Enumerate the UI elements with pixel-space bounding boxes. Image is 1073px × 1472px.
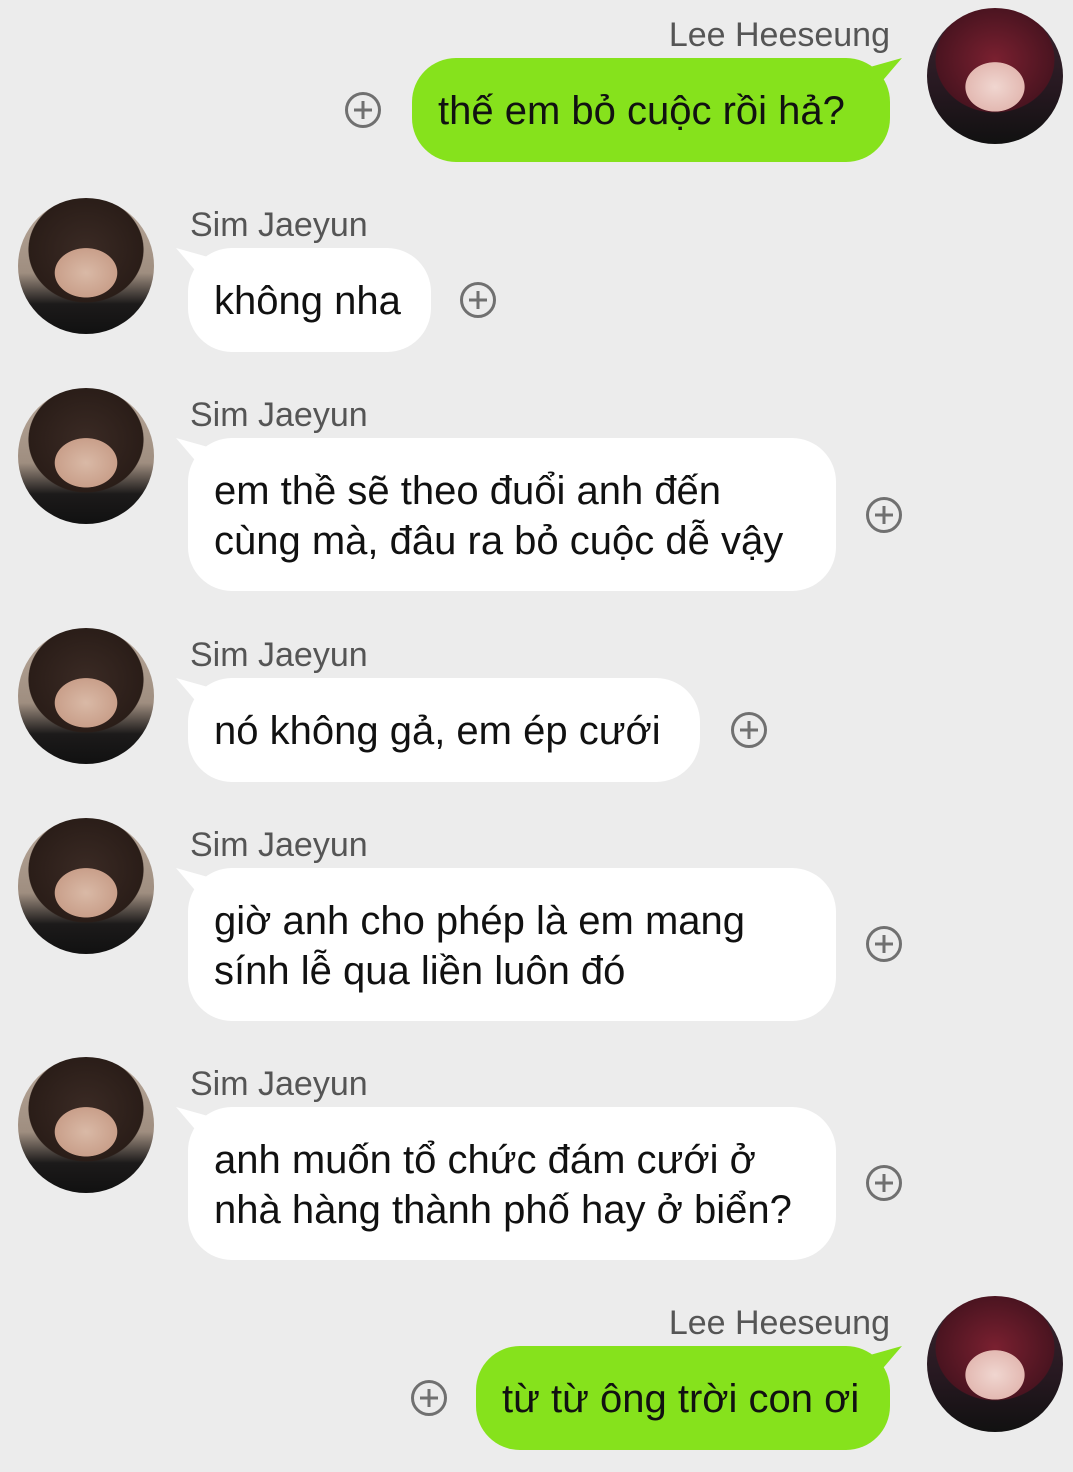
add-reaction-icon[interactable] [411,1380,447,1416]
message-text-line: sính lễ qua liền luôn đó [214,949,626,993]
message-bubble[interactable]: anh muốn tổ chức đám cưới ở nhà hàng thà… [188,1107,836,1260]
avatar-lee-heeseung[interactable] [927,1296,1063,1432]
avatar-sim-jaeyun[interactable] [18,628,154,764]
message-bubble[interactable]: em thề sẽ theo đuổi anh đến cùng mà, đâu… [188,438,836,591]
avatar-sim-jaeyun[interactable] [18,198,154,334]
message-text-line: em thề sẽ theo đuổi anh đến [214,469,722,513]
message-bubble[interactable]: từ từ ông trời con ơi [476,1346,890,1450]
sender-name: Sim Jaeyun [190,206,368,244]
message-text-line: nhà hàng thành phố hay ở biển? [214,1188,792,1232]
message-text-line: anh muốn tổ chức đám cưới ở [214,1138,756,1182]
add-reaction-icon[interactable] [731,712,767,748]
message-text-line: cùng mà, đâu ra bỏ cuộc dễ vậy [214,519,784,563]
message-text: nó không gả, em ép cưới [214,709,661,753]
sender-name: Sim Jaeyun [190,396,368,434]
message-text-line: giờ anh cho phép là em mang [214,899,746,943]
avatar-lee-heeseung[interactable] [927,8,1063,144]
message-text: không nha [214,279,401,323]
message-bubble[interactable]: thế em bỏ cuộc rồi hả? [412,58,890,162]
add-reaction-icon[interactable] [866,497,902,533]
add-reaction-icon[interactable] [866,1165,902,1201]
add-reaction-icon[interactable] [866,926,902,962]
sender-name: Lee Heeseung [668,1304,890,1342]
message-text: thế em bỏ cuộc rồi hả? [438,89,845,133]
sender-name: Sim Jaeyun [190,1065,368,1103]
sender-name: Lee Heeseung [668,16,890,54]
avatar-sim-jaeyun[interactable] [18,818,154,954]
message-bubble[interactable]: nó không gả, em ép cưới [188,678,700,782]
message-bubble[interactable]: giờ anh cho phép là em mang sính lễ qua … [188,868,836,1021]
add-reaction-icon[interactable] [345,92,381,128]
sender-name: Sim Jaeyun [190,826,368,864]
sender-name: Sim Jaeyun [190,636,368,674]
message-text: từ từ ông trời con ơi [502,1377,860,1421]
add-reaction-icon[interactable] [460,282,496,318]
avatar-sim-jaeyun[interactable] [18,1057,154,1193]
message-bubble[interactable]: không nha [188,248,431,352]
avatar-sim-jaeyun[interactable] [18,388,154,524]
